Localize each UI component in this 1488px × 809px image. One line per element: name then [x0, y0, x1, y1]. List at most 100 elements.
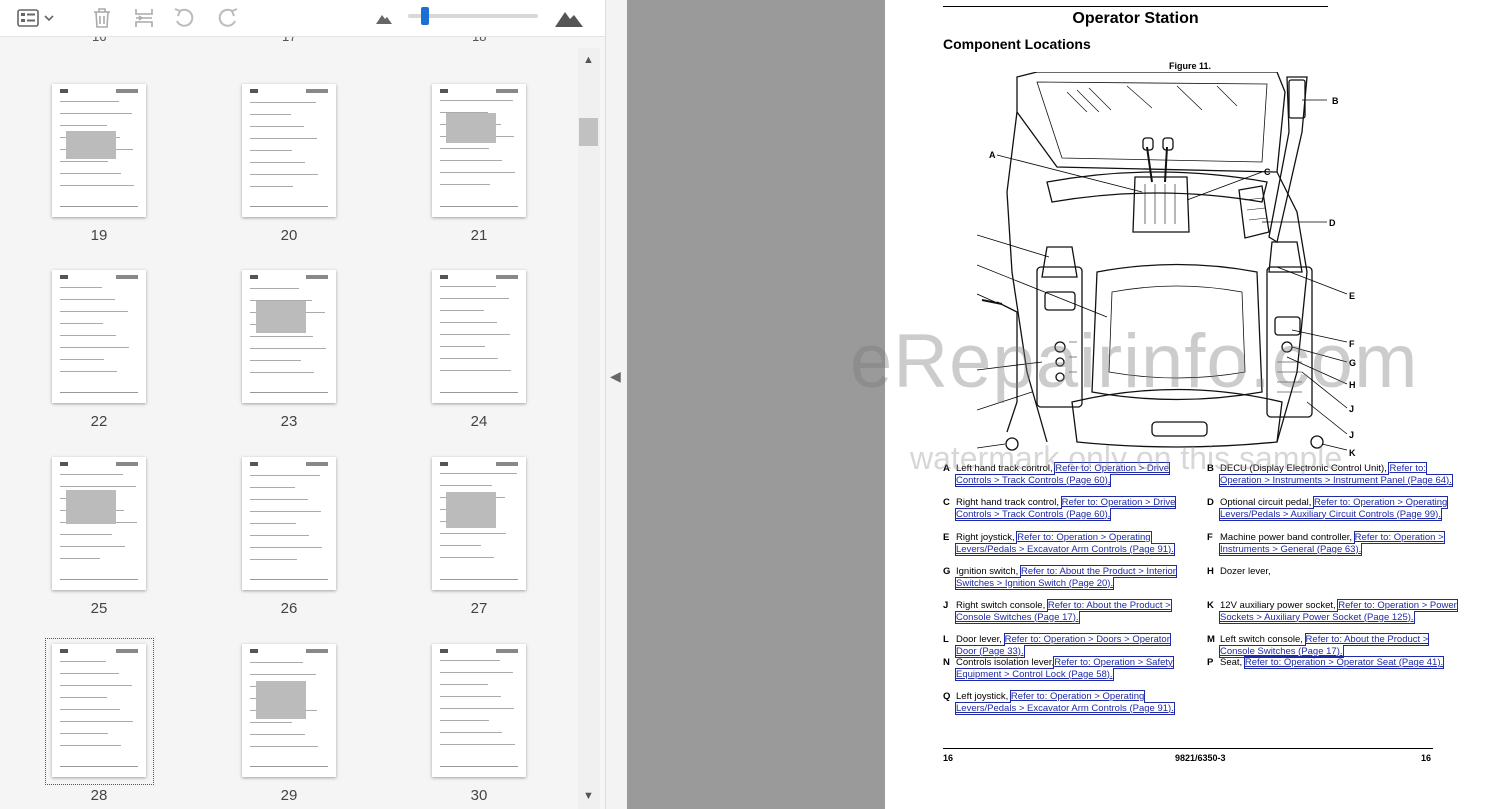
redo-button[interactable] — [214, 4, 242, 32]
thumbnail-page-number: 27 — [470, 600, 488, 617]
thumbnail-scrollbar[interactable]: ▲ ▼ — [578, 48, 600, 809]
page-thumbnail[interactable] — [432, 84, 526, 217]
footer-rule — [943, 748, 1433, 749]
legend-key: C — [943, 497, 950, 508]
legend-text: Right hand track control, — [956, 497, 1062, 508]
thumbnail-page-number: 22 — [90, 413, 108, 430]
zoom-out-button[interactable] — [372, 4, 396, 32]
legend-entry: L Door lever, Refer to: Operation > Doors… — [943, 633, 1193, 658]
zoom-slider-thumb[interactable] — [421, 7, 429, 25]
undo-button[interactable] — [170, 4, 198, 32]
legend-entry: D Optional circuit pedal, Refer to: Opera… — [1207, 496, 1457, 521]
thumbnail-pane: 16 17 18 19 20 21 22 23 24 25 26 27 28 29 30 ▲ ▼ — [0, 0, 605, 809]
delete-page-button[interactable] — [88, 4, 116, 32]
legend-entry: P Seat, Refer to: Operation > Operator Se… — [1207, 656, 1457, 669]
legend-text: Left joystick, — [956, 691, 1011, 702]
thumbnail-page-number: 20 — [280, 227, 298, 244]
legend-entry: M Left switch console, Refer to: About th… — [1207, 633, 1457, 658]
thumbnail-page-number: 29 — [280, 787, 298, 804]
page-thumbnail[interactable] — [432, 457, 526, 590]
callout-label: J — [1349, 430, 1354, 440]
thumbnail-page-number: 25 — [90, 600, 108, 617]
scrollbar-thumb[interactable] — [579, 118, 598, 146]
zoom-out-mountain-icon — [376, 15, 392, 24]
legend-key: H — [1207, 566, 1214, 577]
page-thumbnails-menu-button[interactable] — [14, 4, 58, 32]
footer-page-right: 16 — [1421, 753, 1432, 763]
document-gutter — [627, 0, 885, 809]
legend-text: Machine power band controller, — [1220, 532, 1355, 543]
legend-text: Left switch console, — [1220, 634, 1306, 645]
legend-text: Door lever, — [956, 634, 1005, 645]
callout-label: C — [1264, 167, 1271, 177]
scroll-down-arrow-icon[interactable]: ▼ — [583, 790, 594, 802]
page-thumbnail[interactable] — [242, 270, 336, 403]
callout-label: J — [1349, 404, 1354, 414]
legend-key: J — [943, 600, 949, 611]
extract-pages-icon — [135, 9, 153, 27]
thumbnail-page-number: 21 — [470, 227, 488, 244]
legend-entry: K 12V auxiliary power socket, Refer to: O… — [1207, 599, 1458, 624]
thumbnail-page-number: 24 — [470, 413, 488, 430]
redo-icon — [218, 8, 238, 27]
thumbnail-grid: 16 17 18 19 20 21 22 23 24 25 26 27 28 29 30 — [0, 37, 578, 809]
zoom-in-mountain-icon — [555, 12, 583, 27]
page-thumbnail[interactable] — [432, 270, 526, 403]
legend-entry: J Right switch console, Refer to: About t… — [943, 599, 1193, 624]
thumbnail-page-number: 17 — [282, 37, 296, 44]
thumbnail-page-number: 28 — [90, 787, 108, 804]
legend-key: G — [943, 566, 951, 577]
legend-entry: G Ignition switch, Refer to: About the Pr… — [943, 565, 1193, 590]
section-heading: Component Locations — [943, 36, 1091, 52]
legend-key: M — [1207, 634, 1215, 645]
thumbnail-page-number: 30 — [470, 787, 488, 804]
page-thumbnail[interactable] — [242, 644, 336, 777]
thumbnail-toolbar — [0, 0, 605, 37]
callout-label: A — [989, 150, 996, 160]
page-thumbnail[interactable] — [52, 84, 146, 217]
legend-entry: F Machine power band controller, Refer to… — [1207, 531, 1457, 556]
pane-splitter[interactable] — [605, 0, 628, 809]
footer-doc-number: 9821/6350-3 — [1175, 753, 1226, 763]
extract-pages-button[interactable] — [130, 4, 158, 32]
thumbnail-page-number: 23 — [280, 413, 298, 430]
legend-text: Ignition switch, — [956, 566, 1021, 577]
selected-thumbnail-outline — [45, 638, 154, 785]
legend-text: Dozer lever, — [1220, 566, 1271, 577]
legend-text: Seat, — [1220, 657, 1245, 668]
undo-icon — [174, 8, 194, 27]
legend-key: F — [1207, 532, 1213, 543]
watermark-subtext: watermark only on this sample — [910, 440, 1343, 476]
cross-reference-link[interactable]: Refer to: Operation > Operator Seat (Pag… — [1243, 656, 1445, 669]
page-thumbnail[interactable] — [432, 644, 526, 777]
legend-key: L — [943, 634, 949, 645]
thumbnail-page-number: 19 — [90, 227, 108, 244]
legend-entry: Q Left joystick, Refer to: Operation > Op… — [943, 690, 1193, 715]
page-thumbnail[interactable] — [52, 270, 146, 403]
legend-text: Right switch console, — [956, 600, 1048, 611]
legend-entry: E Right joystick, Refer to: Operation > O… — [943, 531, 1193, 556]
callout-label: D — [1329, 218, 1336, 228]
zoom-slider[interactable] — [408, 7, 538, 25]
page-thumbnail[interactable] — [52, 457, 146, 590]
legend-entry: C Right hand track control, Refer to: Ope… — [943, 496, 1193, 521]
legend-text: 12V auxiliary power socket, — [1220, 600, 1339, 611]
callout-label: B — [1332, 96, 1339, 106]
page-thumbnails-menu-icon — [17, 9, 54, 27]
page-thumbnail[interactable] — [242, 457, 336, 590]
page-thumbnail[interactable] — [242, 84, 336, 217]
zoom-in-button[interactable] — [552, 4, 586, 32]
footer-page-left: 16 — [943, 753, 954, 763]
legend-key: N — [943, 657, 950, 668]
thumbnail-page-number: 16 — [92, 37, 106, 44]
legend-text: Controls isolation lever, — [956, 657, 1055, 668]
figure-caption: Figure 11. — [1169, 61, 1212, 71]
legend-key: Q — [943, 691, 951, 702]
callout-label: K — [1349, 448, 1356, 458]
collapse-pane-chevron-icon[interactable]: ◀ — [610, 368, 621, 385]
legend-entry: H Dozer lever, — [1207, 566, 1457, 578]
legend-key: E — [943, 532, 950, 543]
page-title: Operator Station — [1072, 10, 1199, 27]
scroll-up-arrow-icon[interactable]: ▲ — [583, 54, 594, 66]
legend-text: Right joystick, — [956, 532, 1018, 543]
